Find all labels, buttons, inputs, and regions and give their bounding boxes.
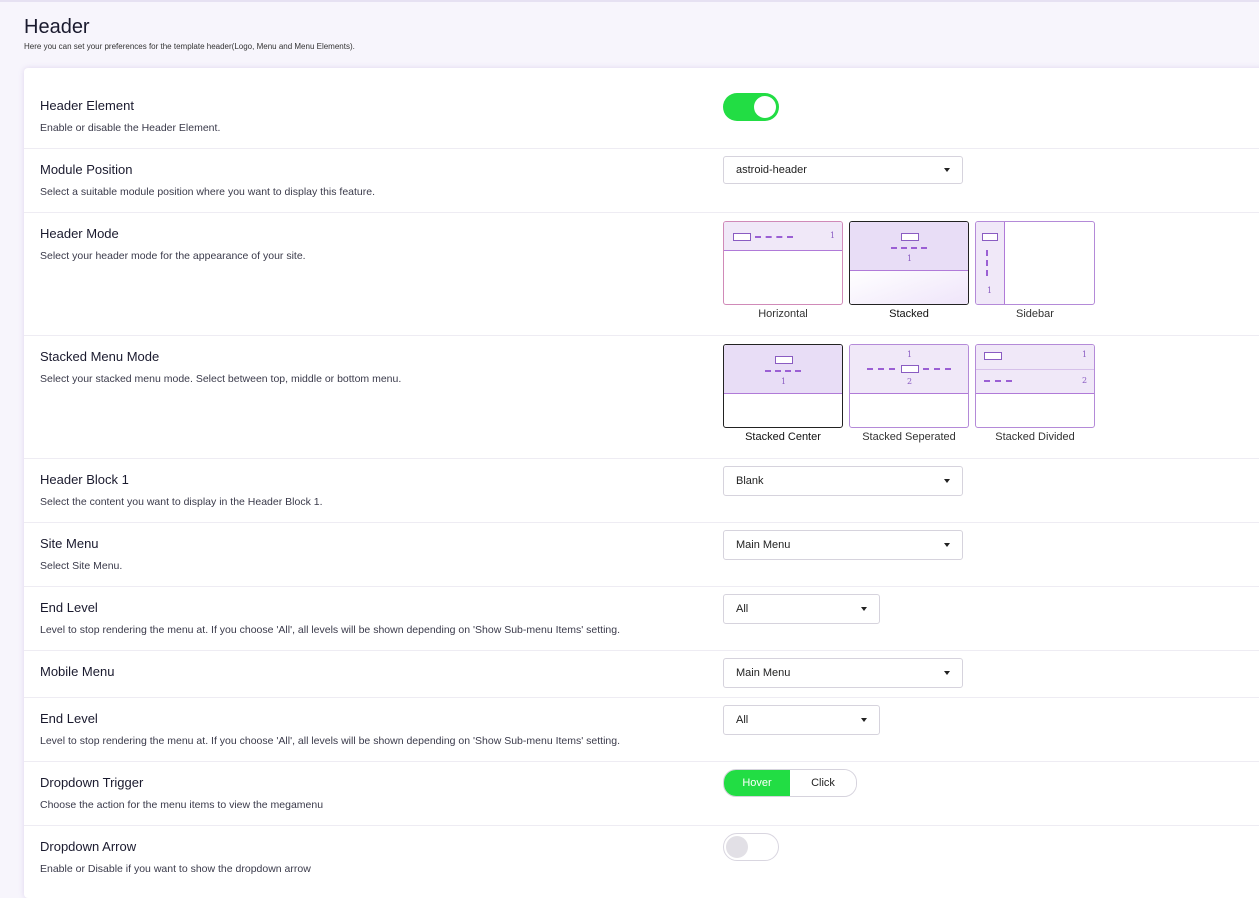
stacked-mode-seperated[interactable]: 1 2 Stacked Seperated (849, 344, 969, 443)
caret-down-icon (944, 543, 950, 547)
trigger-hover-button[interactable]: Hover (724, 770, 790, 796)
select-value: astroid-header (736, 164, 807, 176)
field-label: Stacked Menu Mode (40, 349, 160, 364)
select-value: All (736, 714, 749, 726)
header-block-1-select[interactable]: Blank (723, 466, 963, 496)
caret-down-icon (944, 671, 950, 675)
field-label: End Level (40, 711, 98, 726)
stacked-preview-image: 1 (849, 221, 969, 305)
preview-number: 1 (907, 350, 913, 359)
header-mode-horizontal[interactable]: 1 Horizontal (723, 221, 843, 320)
toggle-track (723, 93, 779, 121)
field-label: Site Menu (40, 536, 99, 551)
option-label: Stacked Center (745, 431, 821, 443)
row-header-element: Header Element Enable or disable the Hea… (24, 80, 1259, 149)
toggle-track (723, 833, 779, 861)
row-header-block-1: Header Block 1 Select the content you wa… (24, 458, 1259, 523)
option-label: Stacked (889, 308, 929, 320)
stacked-center-preview-image: 1 (723, 344, 843, 428)
preview-number: 1 (907, 254, 913, 263)
row-module-position: Module Position Select a suitable module… (24, 148, 1259, 213)
header-element-toggle[interactable] (723, 93, 779, 121)
option-label: Stacked Divided (995, 431, 1075, 443)
stacked-divided-preview-image: 1 2 (975, 344, 1095, 428)
toggle-knob (726, 836, 748, 858)
field-description: Select Site Menu. (40, 560, 123, 572)
field-label: Mobile Menu (40, 664, 115, 679)
caret-down-icon (944, 168, 950, 172)
row-dropdown-trigger: Dropdown Trigger Choose the action for t… (24, 761, 1259, 826)
select-value: All (736, 603, 749, 615)
row-header-mode: Header Mode Select your header mode for … (24, 212, 1259, 336)
page-subtitle: Here you can set your preferences for th… (24, 42, 355, 51)
stacked-menu-mode-options: 1 Stacked Center 1 2 Stacked Seperated 1… (723, 344, 1095, 443)
row-mobile-end-level: End Level Level to stop rendering the me… (24, 697, 1259, 762)
option-label: Sidebar (1016, 308, 1054, 320)
horizontal-preview-image: 1 (723, 221, 843, 305)
field-label: Header Element (40, 98, 134, 113)
stacked-seperated-preview-image: 1 2 (849, 344, 969, 428)
header-mode-stacked[interactable]: 1 Stacked (849, 221, 969, 320)
option-label: Horizontal (758, 308, 808, 320)
field-description: Enable or disable the Header Element. (40, 122, 221, 134)
row-end-level: End Level Level to stop rendering the me… (24, 586, 1259, 651)
trigger-click-button[interactable]: Click (790, 770, 856, 796)
field-label: Module Position (40, 162, 133, 177)
header-mode-options: 1 Horizontal 1 Stacked 1 Sidebar (723, 221, 1095, 320)
mobile-menu-select[interactable]: Main Menu (723, 658, 963, 688)
field-description: Select a suitable module position where … (40, 186, 376, 198)
page-title: Header (24, 16, 90, 38)
field-description: Enable or Disable if you want to show th… (40, 863, 311, 875)
field-label: Header Block 1 (40, 472, 129, 487)
row-site-menu: Site Menu Select Site Menu. Main Menu (24, 522, 1259, 587)
field-description: Select your stacked menu mode. Select be… (40, 373, 402, 385)
sidebar-preview-image: 1 (975, 221, 1095, 305)
field-description: Choose the action for the menu items to … (40, 799, 324, 811)
caret-down-icon (944, 479, 950, 483)
preview-number: 1 (830, 231, 836, 240)
header-mode-sidebar[interactable]: 1 Sidebar (975, 221, 1095, 320)
row-stacked-menu-mode: Stacked Menu Mode Select your stacked me… (24, 335, 1259, 459)
caret-down-icon (861, 607, 867, 611)
dropdown-trigger-segmented: Hover Click (723, 769, 857, 797)
field-description: Select your header mode for the appearan… (40, 250, 306, 262)
select-value: Main Menu (736, 667, 791, 679)
select-value: Main Menu (736, 539, 791, 551)
row-mobile-menu: Mobile Menu Main Menu (24, 650, 1259, 698)
stacked-mode-center[interactable]: 1 Stacked Center (723, 344, 843, 443)
dropdown-arrow-toggle[interactable] (723, 833, 779, 861)
field-label: Dropdown Arrow (40, 839, 137, 854)
module-position-select[interactable]: astroid-header (723, 156, 963, 184)
select-value: Blank (736, 475, 764, 487)
field-description: Level to stop rendering the menu at. If … (40, 735, 621, 747)
field-description: Select the content you want to display i… (40, 496, 323, 508)
top-divider (0, 0, 1259, 2)
row-dropdown-arrow: Dropdown Arrow Enable or Disable if you … (24, 825, 1259, 889)
settings-card: Header Element Enable or disable the Hea… (24, 68, 1259, 898)
field-label: Header Mode (40, 226, 119, 241)
stacked-mode-divided[interactable]: 1 2 Stacked Divided (975, 344, 1095, 443)
field-label: End Level (40, 600, 98, 615)
preview-number: 1 (781, 377, 787, 386)
preview-number: 1 (1082, 350, 1088, 359)
preview-number: 1 (987, 286, 993, 295)
preview-number: 2 (907, 377, 913, 386)
mobile-end-level-select[interactable]: All (723, 705, 880, 735)
field-description: Level to stop rendering the menu at. If … (40, 624, 621, 636)
end-level-select[interactable]: All (723, 594, 880, 624)
field-label: Dropdown Trigger (40, 775, 144, 790)
toggle-knob (754, 96, 776, 118)
option-label: Stacked Seperated (862, 431, 956, 443)
caret-down-icon (861, 718, 867, 722)
site-menu-select[interactable]: Main Menu (723, 530, 963, 560)
preview-number: 2 (1082, 376, 1088, 385)
